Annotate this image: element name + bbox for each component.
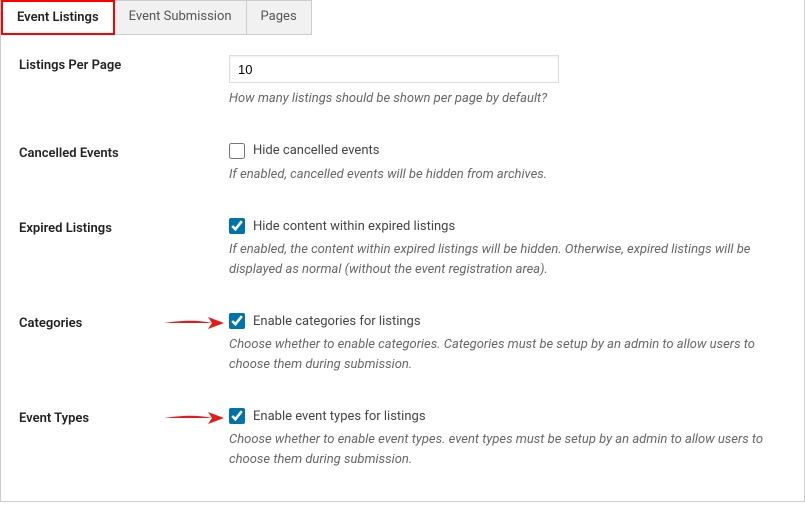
label-categories: Categories bbox=[19, 313, 229, 331]
row-categories: Categories Enable categories for listing… bbox=[19, 313, 786, 374]
row-cancelled-events: Cancelled Events Hide cancelled events I… bbox=[19, 143, 786, 185]
tab-event-submission[interactable]: Event Submission bbox=[114, 0, 247, 35]
row-listings-per-page: Listings Per Page How many listings shou… bbox=[19, 55, 786, 109]
description-listings-per-page: How many listings should be shown per pa… bbox=[229, 89, 786, 109]
description-expired-listings: If enabled, the content within expired l… bbox=[229, 240, 786, 279]
row-expired-listings: Expired Listings Hide content within exp… bbox=[19, 218, 786, 279]
tab-event-listings[interactable]: Event Listings bbox=[1, 0, 115, 35]
checkbox-label-categories: Enable categories for listings bbox=[253, 314, 421, 329]
label-expired-listings: Expired Listings bbox=[19, 218, 229, 236]
settings-content: Listings Per Page How many listings shou… bbox=[1, 35, 804, 501]
tab-pages[interactable]: Pages bbox=[246, 0, 312, 35]
input-listings-per-page[interactable] bbox=[229, 55, 559, 83]
label-listings-per-page: Listings Per Page bbox=[19, 55, 229, 73]
label-cancelled-events: Cancelled Events bbox=[19, 143, 229, 161]
description-categories: Choose whether to enable categories. Cat… bbox=[229, 335, 786, 374]
description-event-types: Choose whether to enable event types. ev… bbox=[229, 430, 786, 469]
checkbox-expired-listings[interactable] bbox=[229, 218, 245, 234]
description-cancelled-events: If enabled, cancelled events will be hid… bbox=[229, 165, 786, 185]
checkbox-label-expired-listings: Hide content within expired listings bbox=[253, 219, 455, 234]
row-event-types: Event Types Enable event types for listi… bbox=[19, 408, 786, 469]
settings-panel: Event Listings Event Submission Pages Li… bbox=[0, 0, 805, 502]
label-event-types: Event Types bbox=[19, 408, 229, 426]
checkbox-event-types[interactable] bbox=[229, 408, 245, 424]
checkbox-cancelled-events[interactable] bbox=[229, 143, 245, 159]
checkbox-label-event-types: Enable event types for listings bbox=[253, 409, 426, 424]
tabs-bar: Event Listings Event Submission Pages bbox=[1, 0, 804, 35]
checkbox-categories[interactable] bbox=[229, 313, 245, 329]
checkbox-label-cancelled-events: Hide cancelled events bbox=[253, 143, 379, 158]
